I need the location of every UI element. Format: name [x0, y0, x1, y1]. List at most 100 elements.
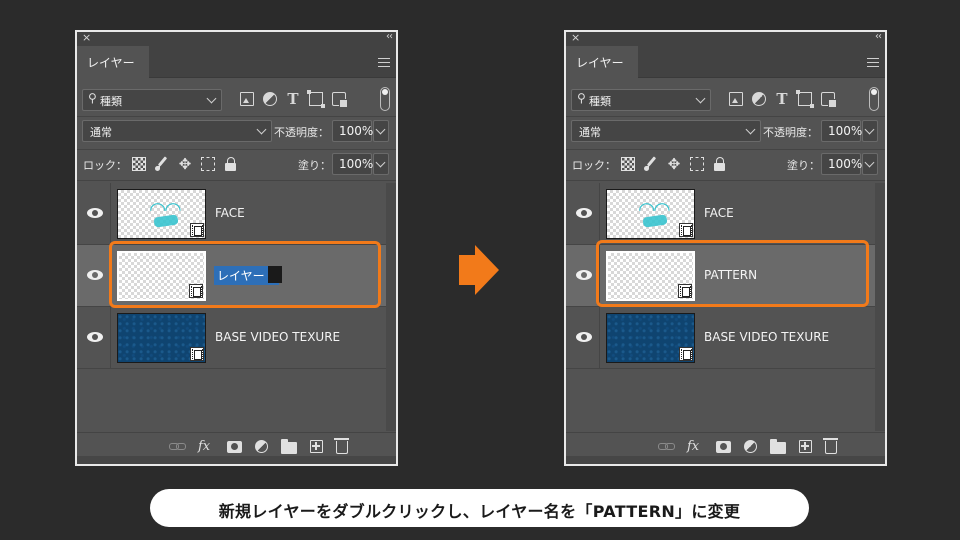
blend-mode-label: 通常	[579, 126, 601, 139]
lock-position-icon[interactable]: ✥	[667, 157, 681, 172]
fx-icon[interactable]: fx	[687, 439, 703, 454]
filter-smart-object-icon[interactable]	[821, 92, 837, 108]
search-icon: ⚲	[88, 91, 97, 105]
visibility-toggle[interactable]	[566, 307, 600, 368]
filter-icons: T	[240, 90, 348, 108]
panel-menu-icon[interactable]	[378, 58, 390, 67]
filter-shape-icon[interactable]	[307, 90, 325, 108]
filter-adjustment-icon[interactable]	[752, 92, 766, 106]
opacity-dropdown[interactable]	[373, 120, 389, 142]
visibility-toggle[interactable]	[566, 245, 600, 306]
link-layers-icon[interactable]	[658, 439, 675, 454]
visibility-toggle[interactable]	[77, 245, 111, 306]
filter-smart-object-icon[interactable]	[332, 92, 348, 108]
divider	[77, 149, 396, 150]
trash-icon[interactable]	[334, 438, 349, 454]
fill-dropdown[interactable]	[862, 153, 878, 175]
filter-toggle[interactable]	[869, 87, 879, 111]
scrollbar[interactable]	[386, 183, 396, 431]
visibility-toggle[interactable]	[77, 307, 111, 368]
blend-row: 通常 不透明度： 100%	[77, 119, 396, 145]
video-layer-icon	[679, 223, 693, 237]
chevron-down-icon	[864, 124, 875, 135]
new-layer-icon[interactable]	[310, 440, 323, 453]
opacity-input[interactable]: 100%	[821, 120, 863, 142]
chevron-down-icon	[375, 124, 386, 135]
close-icon[interactable]: ×	[82, 32, 91, 44]
visibility-toggle[interactable]	[77, 183, 111, 244]
tab-layers[interactable]: レイヤー	[566, 46, 638, 79]
filter-type-icon[interactable]: T	[775, 92, 789, 107]
layer-mask-icon[interactable]	[227, 441, 242, 453]
layer-thumbnail	[117, 313, 206, 363]
chevron-down-icon	[695, 93, 706, 104]
fill-label: 塗り：	[787, 159, 820, 172]
group-folder-icon[interactable]	[770, 438, 786, 454]
filter-kind-select[interactable]: ⚲ 種類	[571, 89, 711, 111]
filter-adjustment-icon[interactable]	[263, 92, 277, 106]
filter-kind-select[interactable]: ⚲ 種類	[82, 89, 222, 111]
layer-row[interactable]: BASE VIDEO TEXURE	[77, 307, 386, 369]
lock-paint-icon[interactable]	[155, 157, 169, 171]
filter-pixel-icon[interactable]	[729, 92, 743, 106]
divider	[566, 116, 885, 117]
lock-artboard-icon[interactable]	[201, 157, 215, 171]
link-layers-icon[interactable]	[169, 439, 186, 454]
layer-row[interactable]: ◠◠ FACE	[566, 183, 875, 245]
lock-icons: ✥	[132, 157, 238, 172]
lock-position-icon[interactable]: ✥	[178, 157, 192, 172]
fill-input[interactable]: 100%	[821, 153, 862, 175]
fill-input[interactable]: 100%	[332, 153, 373, 175]
highlight-box	[596, 240, 869, 307]
layer-name[interactable]: BASE VIDEO TEXURE	[704, 330, 829, 344]
filter-shape-icon[interactable]	[796, 90, 814, 108]
panel-menu-icon[interactable]	[867, 58, 879, 67]
lock-all-icon[interactable]	[224, 157, 238, 171]
opacity-input[interactable]: 100%	[332, 120, 373, 142]
layer-thumbnail: ◠◠	[117, 189, 206, 239]
collapse-icon[interactable]: ‹‹	[386, 32, 393, 42]
lock-paint-icon[interactable]	[644, 157, 658, 171]
layer-mask-icon[interactable]	[716, 441, 731, 453]
new-layer-icon[interactable]	[799, 440, 812, 453]
chevron-down-icon	[375, 157, 386, 168]
lock-artboard-icon[interactable]	[690, 157, 704, 171]
lock-all-icon[interactable]	[713, 157, 727, 171]
filter-toggle[interactable]	[380, 87, 390, 111]
layer-row[interactable]: BASE VIDEO TEXURE	[566, 307, 875, 369]
layers-panel-after: × ‹‹ レイヤー ⚲ 種類 T 通常 不透明度： 100% ロック： ✥ 塗り…	[564, 30, 887, 466]
visibility-toggle[interactable]	[566, 183, 600, 244]
fill-dropdown[interactable]	[373, 153, 389, 175]
layer-row[interactable]: ◠◠ FACE	[77, 183, 386, 245]
lock-transparency-icon[interactable]	[621, 157, 635, 171]
fx-icon[interactable]: fx	[198, 439, 214, 454]
tab-bar: レイヤー	[77, 46, 396, 79]
opacity-dropdown[interactable]	[862, 120, 878, 142]
blend-mode-select[interactable]: 通常	[82, 120, 272, 142]
tab-layers[interactable]: レイヤー	[77, 46, 149, 79]
filter-kind-label: 種類	[100, 95, 122, 108]
adjustment-layer-icon[interactable]	[255, 440, 268, 453]
adjustment-layer-icon[interactable]	[744, 440, 757, 453]
layer-name[interactable]: FACE	[704, 206, 734, 220]
tab-label: レイヤー	[576, 56, 624, 70]
filter-type-icon[interactable]: T	[286, 92, 300, 107]
scrollbar[interactable]	[875, 183, 885, 431]
close-icon[interactable]: ×	[571, 32, 580, 44]
blend-mode-select[interactable]: 通常	[571, 120, 761, 142]
opacity-value: 100%	[828, 124, 863, 138]
lock-transparency-icon[interactable]	[132, 157, 146, 171]
filter-pixel-icon[interactable]	[240, 92, 254, 106]
panel-title-strip: × ‹‹	[77, 32, 396, 46]
trash-icon[interactable]	[823, 438, 838, 454]
group-folder-icon[interactable]	[281, 438, 297, 454]
footer-icons: fx	[169, 438, 349, 454]
collapse-icon[interactable]: ‹‹	[875, 32, 882, 42]
video-layer-icon	[190, 347, 204, 361]
divider	[566, 149, 885, 150]
chevron-down-icon	[256, 124, 267, 135]
layer-name[interactable]: FACE	[215, 206, 245, 220]
filter-kind-label: 種類	[589, 95, 611, 108]
blend-mode-label: 通常	[90, 126, 112, 139]
layer-name[interactable]: BASE VIDEO TEXURE	[215, 330, 340, 344]
